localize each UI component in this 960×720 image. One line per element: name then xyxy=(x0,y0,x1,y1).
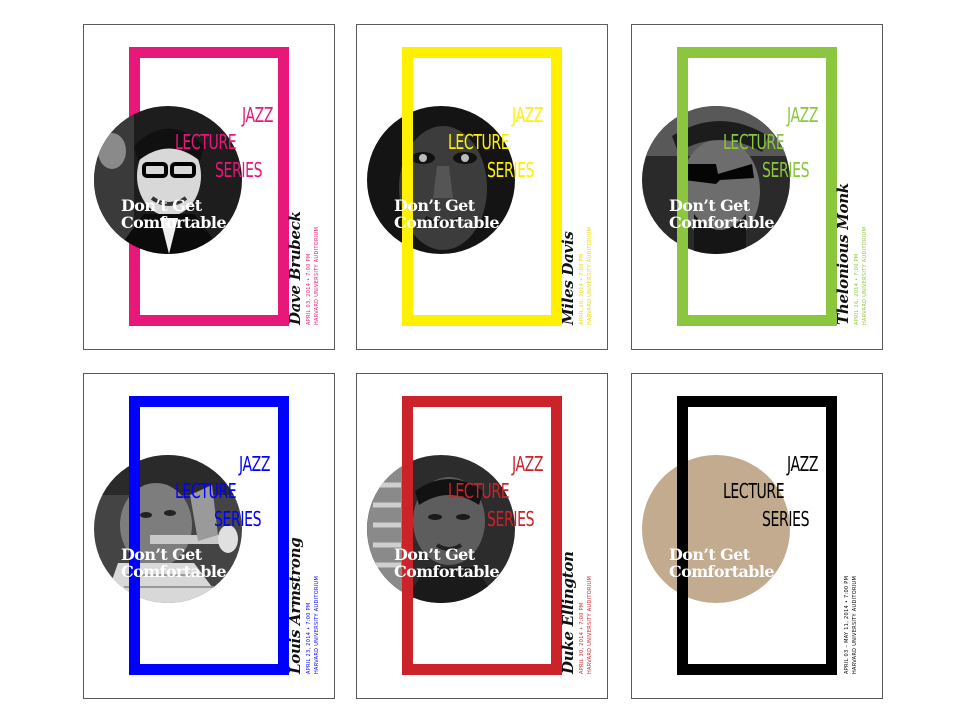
event-date: APRIL 03, 2014 • 7:00 PM xyxy=(306,253,312,326)
heading-jazz: JAZZ xyxy=(512,103,544,127)
accent-frame xyxy=(677,47,837,326)
heading-jazz: JAZZ xyxy=(242,103,274,127)
heading-jazz: JAZZ xyxy=(239,452,271,476)
accent-frame xyxy=(402,47,562,326)
poster-dave-brubeck[interactable]: JAZZ LECTURE SERIES Don’t Get Comfortable… xyxy=(83,24,335,350)
tagline: Don’t Get Comfortable xyxy=(669,545,775,581)
poster-miles-davis[interactable]: JAZZ LECTURE SERIES Don’t Get Comfortable… xyxy=(356,24,608,350)
event-venue: HARVARD UNIVERSITY AUDITORIUM xyxy=(862,226,868,325)
heading-series: SERIES xyxy=(762,507,810,531)
tagline: Don’t Get Comfortable xyxy=(394,196,500,232)
tagline: Don’t Get Comfortable xyxy=(121,196,227,232)
accent-frame xyxy=(402,396,562,675)
musician-name: Thelonious Monk xyxy=(834,183,852,325)
heading-lecture: LECTURE xyxy=(175,130,237,154)
heading-lecture: LECTURE xyxy=(175,479,237,503)
heading-series: SERIES xyxy=(215,158,263,182)
poster-duke-ellington[interactable]: JAZZ LECTURE SERIES Don’t Get Comfortable… xyxy=(356,373,608,699)
heading-jazz: JAZZ xyxy=(787,103,819,127)
event-venue: HARVARD UNIVERSITY AUDITORIUM xyxy=(852,575,858,674)
heading-lecture: LECTURE xyxy=(448,130,510,154)
musician-name: Duke Ellington xyxy=(559,551,577,674)
heading-lecture: LECTURE xyxy=(448,479,510,503)
event-venue: HARVARD UNIVERSITY AUDITORIUM xyxy=(314,575,320,674)
event-date: APRIL 30, 2014 • 7:00 PM xyxy=(579,602,585,675)
poster-louis-armstrong[interactable]: JAZZ LECTURE SERIES Don’t Get Comfortable… xyxy=(83,373,335,699)
heading-lecture: LECTURE xyxy=(723,479,785,503)
heading-series: SERIES xyxy=(762,158,810,182)
event-venue: HARVARD UNIVERSITY AUDITORIUM xyxy=(587,226,593,325)
heading-lecture: LECTURE xyxy=(723,130,785,154)
event-date: APRIL 10, 2014 • 7:00 PM xyxy=(579,253,585,326)
poster-series-overview[interactable]: JAZZ LECTURE SERIES Don’t Get Comfortable… xyxy=(631,373,883,699)
event-date: APRIL 16, 2014 • 7:00 PM xyxy=(854,253,860,326)
heading-jazz: JAZZ xyxy=(787,452,819,476)
musician-name: Dave Brubeck xyxy=(286,211,304,325)
heading-jazz: JAZZ xyxy=(512,452,544,476)
tagline: Don’t Get Comfortable xyxy=(669,196,775,232)
heading-series: SERIES xyxy=(214,507,262,531)
event-date: APRIL 03 – MAY 11, 2014 • 7:00 PM xyxy=(844,575,850,674)
heading-series: SERIES xyxy=(487,158,535,182)
event-venue: HARVARD UNIVERSITY AUDITORIUM xyxy=(587,575,593,674)
event-date: APRIL 23, 2014 • 7:00 PM xyxy=(306,602,312,675)
musician-name: Louis Armstrong xyxy=(286,537,304,674)
poster-thelonious-monk[interactable]: JAZZ LECTURE SERIES Don’t Get Comfortable… xyxy=(631,24,883,350)
event-venue: HARVARD UNIVERSITY AUDITORIUM xyxy=(314,226,320,325)
heading-series: SERIES xyxy=(487,507,535,531)
accent-frame xyxy=(129,396,289,675)
accent-frame xyxy=(677,396,837,675)
tagline: Don’t Get Comfortable xyxy=(121,545,227,581)
tagline: Don’t Get Comfortable xyxy=(394,545,500,581)
musician-name: Miles Davis xyxy=(559,231,577,326)
